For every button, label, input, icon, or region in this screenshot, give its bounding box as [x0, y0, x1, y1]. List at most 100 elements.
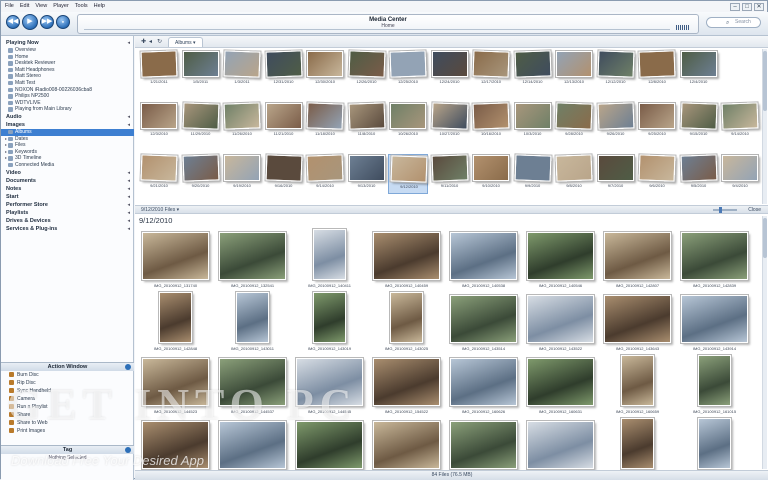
- section-images[interactable]: Images ◂: [1, 121, 134, 129]
- menu-help[interactable]: Help: [94, 3, 105, 12]
- photo-tile[interactable]: IMG_20100912_140538: [447, 228, 520, 290]
- album-tile[interactable]: 9/12/2010: [388, 154, 428, 194]
- section-item[interactable]: Performer Store ◂: [1, 201, 134, 209]
- back-icon[interactable]: ◂: [149, 38, 152, 45]
- album-tile[interactable]: 9/15/2010: [679, 102, 719, 142]
- zoom-slider[interactable]: [713, 209, 737, 211]
- photo-tile[interactable]: IMG_20100912_142848: [139, 291, 212, 353]
- files-dropdown[interactable]: 9/12/2010 Files ▾: [141, 207, 179, 213]
- album-tile[interactable]: 12/25/2010: [388, 50, 428, 90]
- section-item[interactable]: Services & Plug-ins ◂: [1, 225, 134, 233]
- album-tile[interactable]: 9/8/2010: [554, 154, 594, 194]
- album-tile[interactable]: 12/13/2010: [554, 50, 594, 90]
- album-tile[interactable]: 9/6/2010: [637, 154, 677, 194]
- album-tile[interactable]: 11/21/2010: [264, 102, 304, 142]
- menu-file[interactable]: File: [5, 3, 14, 12]
- close-files-button[interactable]: Close: [748, 207, 761, 213]
- action-item[interactable]: Burn Disc: [1, 371, 134, 379]
- collapse-icon[interactable]: [125, 364, 131, 370]
- close-window-button[interactable]: ✕: [754, 3, 764, 11]
- zoom-slider-knob[interactable]: [719, 207, 722, 213]
- sidebar-item-zone[interactable]: Overview: [1, 47, 134, 54]
- sidebar-item-images[interactable]: Albums: [1, 128, 134, 136]
- album-tile[interactable]: 9/9/2010: [513, 154, 553, 194]
- section-item[interactable]: Video ◂: [1, 169, 134, 177]
- home-icon[interactable]: ✚: [141, 38, 146, 45]
- album-tile[interactable]: 12/3/2010: [139, 102, 179, 142]
- expand-icon[interactable]: ◂: [127, 185, 130, 193]
- album-tile[interactable]: 9/10/2010: [471, 154, 511, 194]
- record-button[interactable]: ●: [56, 15, 70, 29]
- album-tile[interactable]: 9/19/2010: [222, 154, 262, 194]
- album-tile[interactable]: 9/21/2010: [139, 154, 179, 194]
- photo-tile[interactable]: IMG_20100912_143643: [601, 291, 674, 353]
- sidebar-item-images[interactable]: Connected Media: [1, 162, 134, 169]
- photo-tile[interactable]: IMG_20100912_140459: [370, 228, 443, 290]
- section-audio[interactable]: Audio ◂: [1, 113, 134, 121]
- sidebar-item-zone[interactable]: WDTVLIVE: [1, 100, 134, 107]
- expand-icon[interactable]: ◂: [127, 177, 130, 185]
- sidebar-item-zone[interactable]: Desktek Reviewer: [1, 60, 134, 67]
- photo-tile[interactable]: IMG_20100912_143522: [524, 291, 597, 353]
- expand-icon[interactable]: ◂: [127, 217, 130, 225]
- album-tile[interactable]: 11/26/2010: [222, 102, 262, 142]
- menu-edit[interactable]: Edit: [20, 3, 29, 12]
- album-tile[interactable]: 12/24/2010: [430, 50, 470, 90]
- expand-icon[interactable]: ◂: [127, 121, 130, 129]
- maximize-button[interactable]: □: [742, 3, 752, 11]
- album-tile[interactable]: 11/18/2010: [305, 102, 345, 142]
- photo-tile[interactable]: IMG_20100912_131740: [139, 228, 212, 290]
- album-tile[interactable]: 9/14/2010: [305, 154, 345, 194]
- album-tile[interactable]: 10/27/2010: [430, 102, 470, 142]
- album-tile[interactable]: 12/30/2010: [305, 50, 345, 90]
- section-playing-now[interactable]: Playing Now ◂: [1, 39, 134, 47]
- album-tile[interactable]: 10/3/2010: [513, 102, 553, 142]
- photo-tile[interactable]: IMG_20100912_160659: [601, 354, 674, 416]
- photo-tile[interactable]: IMG_20100912_132541: [216, 228, 289, 290]
- expand-icon[interactable]: ◂: [127, 169, 130, 177]
- album-tile[interactable]: 12/4/2010: [679, 50, 719, 90]
- album-tile[interactable]: 9/14/2010: [720, 102, 760, 142]
- photo-tile[interactable]: IMG_20100912_143011: [216, 291, 289, 353]
- next-button[interactable]: ▶▶: [40, 15, 54, 29]
- album-tile[interactable]: 12/12/2010: [596, 50, 636, 90]
- album-tile[interactable]: 12/17/2010: [471, 50, 511, 90]
- expand-icon[interactable]: ◂: [127, 225, 130, 233]
- album-tile[interactable]: 9/13/2010: [347, 154, 387, 194]
- expand-icon[interactable]: ◂: [127, 113, 130, 121]
- album-tile[interactable]: 10/26/2010: [388, 102, 428, 142]
- progress-track[interactable]: [84, 29, 670, 30]
- sidebar-item-zone[interactable]: NOXON iRadio008-00226036cba8: [1, 87, 134, 94]
- sidebar-item-images[interactable]: ▸ Dates: [1, 136, 134, 143]
- expand-icon[interactable]: ◂: [127, 193, 130, 201]
- photo-tile[interactable]: IMG_20100912_143914: [678, 291, 751, 353]
- photo-tile[interactable]: IMG_20100912_160631: [524, 354, 597, 416]
- album-tile[interactable]: 12/14/2010: [513, 50, 553, 90]
- photo-tile[interactable]: IMG_20100912_143025: [370, 291, 443, 353]
- photo-scrollbar[interactable]: [762, 216, 767, 469]
- refresh-icon[interactable]: ↻: [157, 38, 162, 45]
- expand-icon[interactable]: ▸: [5, 136, 7, 143]
- play-button[interactable]: ▶: [22, 14, 38, 30]
- minimize-button[interactable]: –: [730, 3, 740, 11]
- sidebar-item-zone[interactable]: Matt Headphones: [1, 67, 134, 74]
- album-tile[interactable]: 9/16/2010: [264, 154, 304, 194]
- expand-icon[interactable]: ▸: [5, 149, 7, 156]
- sidebar-item-zone[interactable]: Matt Stereo: [1, 73, 134, 80]
- album-tile[interactable]: 11/29/2010: [181, 102, 221, 142]
- photo-tile[interactable]: IMG_20100912_142839: [678, 228, 751, 290]
- photo-tile[interactable]: IMG_20100912_143019: [293, 291, 366, 353]
- section-item[interactable]: Notes ◂: [1, 185, 134, 193]
- album-tile[interactable]: 12/8/2010: [637, 50, 677, 90]
- album-tile[interactable]: 9/28/2010: [554, 102, 594, 142]
- album-tile[interactable]: 12/26/2010: [347, 50, 387, 90]
- expand-icon[interactable]: ▸: [5, 142, 7, 149]
- album-tile[interactable]: 9/11/2010: [430, 154, 470, 194]
- expand-icon[interactable]: ◂: [127, 201, 130, 209]
- section-item[interactable]: Playlists ◂: [1, 209, 134, 217]
- photo-tile[interactable]: IMG_20100912_160626: [447, 354, 520, 416]
- expand-icon[interactable]: ◂: [127, 39, 130, 47]
- menu-view[interactable]: View: [35, 3, 47, 12]
- photo-tile[interactable]: IMG_20100912_142807: [601, 228, 674, 290]
- album-scrollbar[interactable]: [762, 49, 767, 204]
